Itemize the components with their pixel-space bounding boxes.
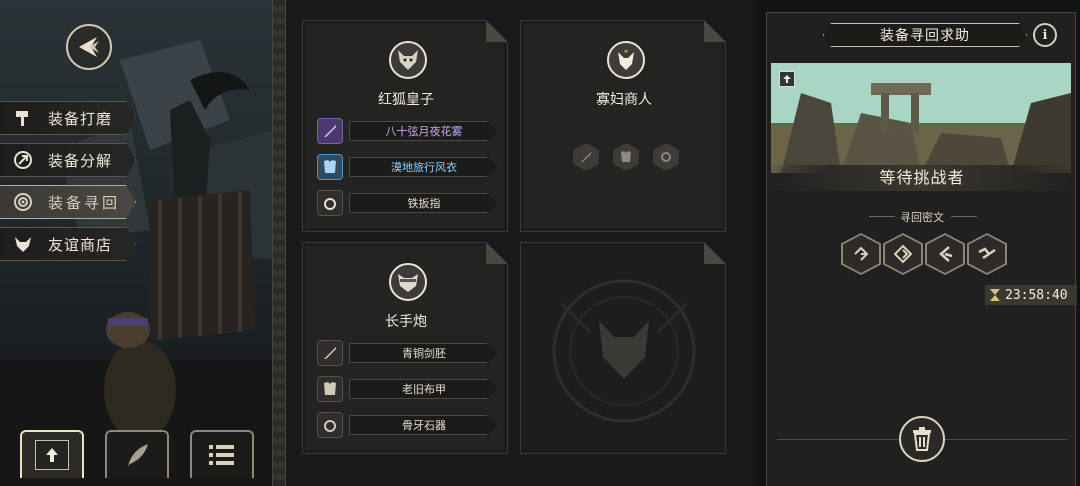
character-card-red-fox[interactable]: 红狐皇子 八十弦月夜花雾 漠地旅行风衣 铁扳指: [302, 20, 508, 232]
equipment-name: 八十弦月夜花雾: [349, 121, 499, 141]
equipment-slot-weapon[interactable]: 青铜剑胚: [317, 340, 499, 366]
equipment-name: 漠地旅行风衣: [349, 157, 499, 177]
equipment-slot-armor[interactable]: 漠地旅行风衣: [317, 154, 499, 180]
back-button[interactable]: [66, 24, 112, 70]
equipment-slot-ring[interactable]: 骨牙石器: [317, 412, 499, 438]
ring-slot-icon: [653, 143, 679, 171]
hammer-icon: [12, 107, 34, 129]
dismantle-icon: [12, 149, 34, 171]
ring-icon: [317, 190, 343, 216]
menu-item-label: 装备寻回: [48, 193, 121, 212]
sword-icon: [317, 340, 343, 366]
armor-icon: [317, 154, 343, 180]
tab-list[interactable]: [190, 430, 254, 478]
equipment-name: 铁扳指: [349, 193, 499, 213]
divider-line: [951, 216, 977, 217]
equipment-name: 骨牙石器: [349, 415, 499, 435]
menu-item-label: 友谊商店: [48, 235, 113, 254]
character-name: 长手炮: [385, 314, 427, 330]
target-icon: [12, 191, 34, 213]
retrieve-help-panel: 装备寻回求助 i 等待挑战者 寻回密文 23:58:40: [766, 12, 1077, 486]
info-icon: i: [1042, 27, 1048, 43]
menu-item-friend-shop[interactable]: 友谊商店: [0, 227, 136, 261]
wolf-portrait-icon: [389, 41, 427, 79]
secret-label: 寻回密文: [900, 211, 944, 224]
hourglass-icon: [990, 289, 1000, 301]
ruins-scene-image: [771, 63, 1071, 173]
countdown-timer: 23:58:40: [985, 285, 1077, 305]
equipment-slot-weapon[interactable]: 八十弦月夜花雾: [317, 118, 499, 144]
sword-slot-icon: [573, 143, 599, 171]
fox-emblem-icon: [552, 279, 696, 423]
equipment-board: 红狐皇子 八十弦月夜花雾 漠地旅行风衣 铁扳指 寡妇商人 长手炮 青铜剑胚 老旧…: [286, 0, 756, 486]
menu-item-retrieve[interactable]: 装备寻回: [0, 185, 136, 219]
delete-button[interactable]: [899, 416, 945, 462]
character-card-long-cannon[interactable]: 长手炮 青铜剑胚 老旧布甲 骨牙石器: [302, 242, 508, 454]
skunk-portrait-icon: [607, 41, 645, 79]
panel-title: 装备寻回求助: [823, 23, 1027, 47]
status-text: 等待挑战者: [767, 165, 1077, 191]
armor-icon: [317, 376, 343, 402]
trash-icon: [913, 427, 931, 451]
panel-divider: [272, 0, 286, 486]
upload-icon: [35, 440, 69, 470]
tab-feather[interactable]: [105, 430, 169, 478]
timer-value: 23:58:40: [1005, 287, 1068, 303]
character-card-widow-merchant[interactable]: 寡妇商人: [520, 20, 726, 232]
armor-slot-icon: [613, 143, 639, 171]
tab-upload[interactable]: [20, 430, 84, 478]
equipment-name: 青铜剑胚: [349, 343, 499, 363]
cat-portrait-icon: [389, 263, 427, 301]
info-button[interactable]: i: [1033, 23, 1057, 47]
equipment-slot-ring[interactable]: 铁扳指: [317, 190, 499, 216]
locked-card: [520, 242, 726, 454]
list-icon: [209, 445, 234, 465]
share-icon[interactable]: [779, 71, 795, 87]
menu-item-label: 装备打磨: [48, 109, 113, 128]
character-name: 寡妇商人: [596, 92, 652, 108]
feather-icon: [128, 444, 148, 466]
sword-icon: [317, 118, 343, 144]
ring-icon: [317, 412, 343, 438]
equipment-name: 老旧布甲: [349, 379, 499, 399]
character-name: 红狐皇子: [378, 92, 434, 108]
menu-item-label: 装备分解: [48, 151, 113, 170]
fox-icon: [12, 233, 34, 255]
equipment-slot-armor[interactable]: 老旧布甲: [317, 376, 499, 402]
background-scene: 装备打磨 装备分解 装备寻回 友谊商店: [0, 0, 272, 486]
back-arrow-icon: [79, 37, 99, 57]
menu-item-dismantle[interactable]: 装备分解: [0, 143, 136, 177]
menu-item-polish[interactable]: 装备打磨: [0, 101, 136, 135]
